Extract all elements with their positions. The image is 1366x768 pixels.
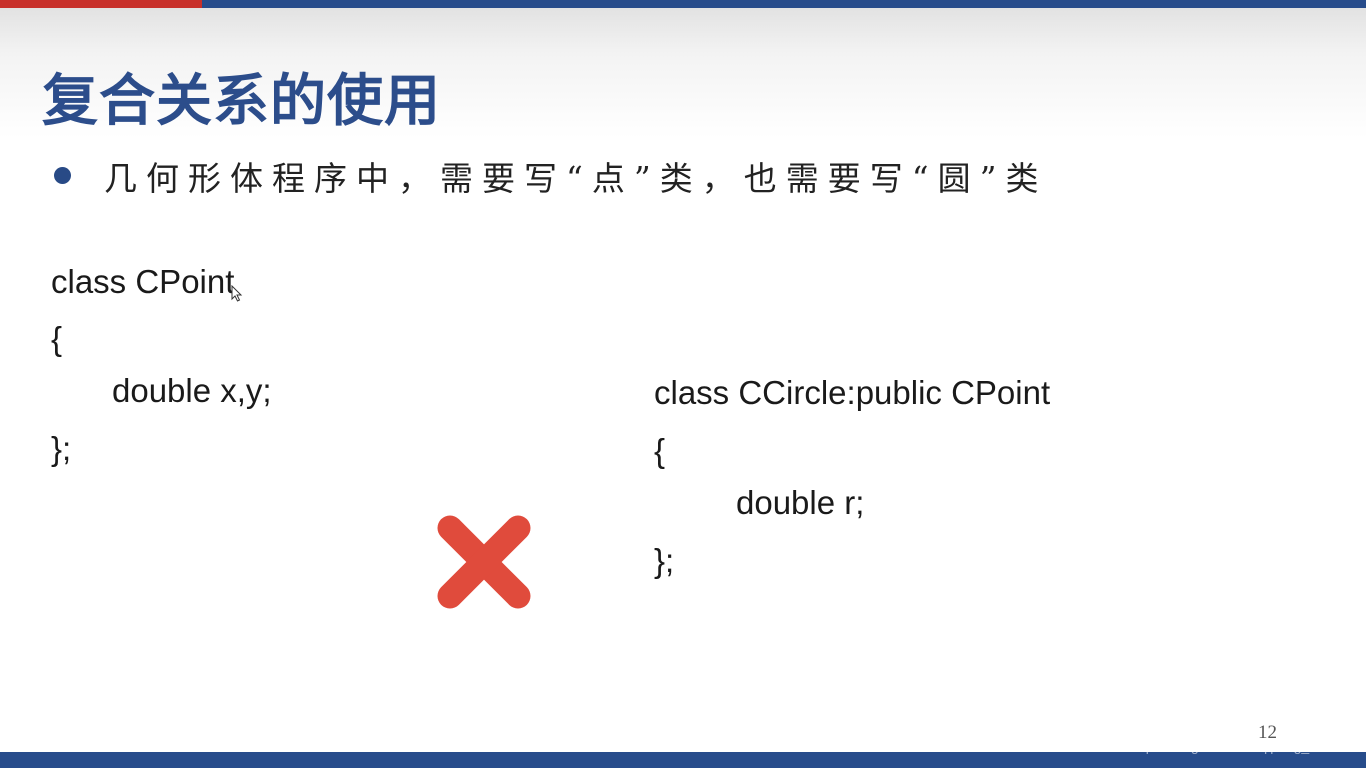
code-left-line-2: { [51,320,63,357]
code-right-line-3: double r; [736,484,865,521]
watermark-url: https://blog.csdn.net/qipeng_master [1130,738,1352,754]
code-right-line-1: class CCircle:public CPoint [654,374,1051,411]
slide-title: 复合关系的使用 [42,69,441,134]
code-left-line-3: double x,y; [112,372,272,409]
code-right-line-4: }; [654,542,675,579]
code-left-line-4: }; [51,430,72,467]
code-left-line-1: class CPoint [51,263,235,300]
bullet-point-icon [54,167,71,184]
top-accent-bar-blue [202,0,1366,8]
bottom-accent-bar [0,752,1366,768]
top-accent-bar-red [0,0,202,8]
bullet-text: 几何形体程序中，需要写“点”类，也需要写“圆”类 [104,159,1048,198]
mouse-cursor-icon [231,285,243,302]
code-right-line-2: { [654,432,666,469]
red-cross-icon [437,515,531,609]
